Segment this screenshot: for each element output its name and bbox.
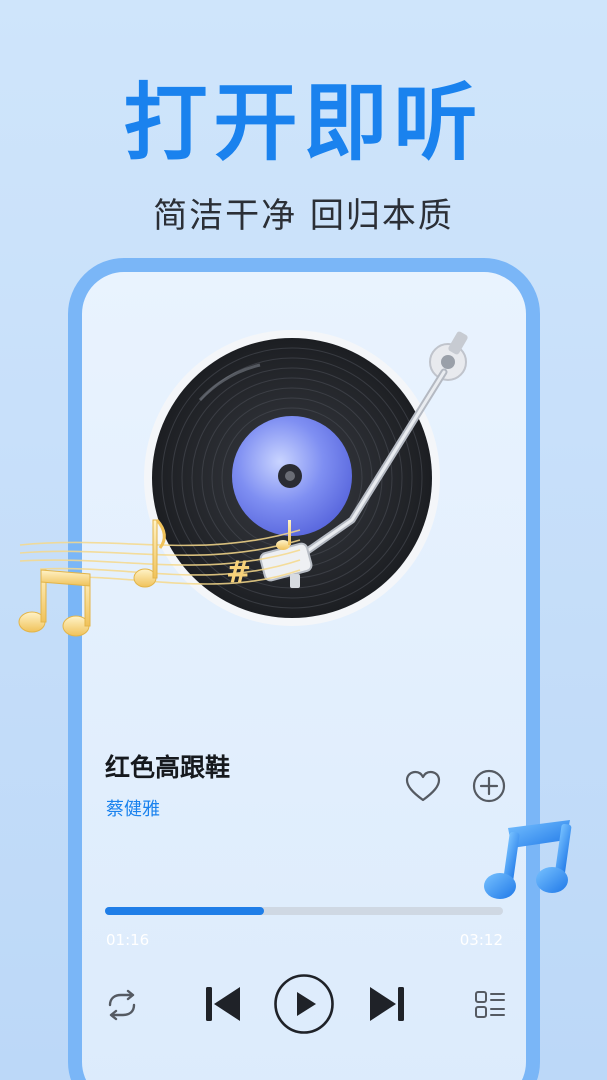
song-title: 红色高跟鞋 — [105, 753, 231, 782]
play-button[interactable] — [273, 973, 335, 1035]
progress-fill — [105, 907, 265, 915]
headline: 打开即听 — [123, 74, 484, 172]
elapsed-time: 01:16 — [106, 931, 150, 949]
progress-bar[interactable] — [105, 907, 503, 915]
play-icon — [297, 992, 316, 1016]
playlist-icon[interactable] — [474, 990, 506, 1020]
skip-next-icon[interactable] — [368, 984, 406, 1024]
subtitle: 简洁干净 回归本质 — [153, 196, 454, 236]
music-note-icon — [484, 820, 572, 899]
skip-previous-icon[interactable] — [204, 984, 242, 1024]
artist-name[interactable]: 蔡健雅 — [106, 795, 160, 825]
repeat-icon[interactable] — [104, 988, 140, 1022]
svg-text:#: # — [226, 555, 251, 590]
plus-circle-icon[interactable] — [471, 768, 507, 804]
heart-icon[interactable] — [404, 768, 442, 806]
record-illustration: # — [18, 330, 468, 637]
total-time: 03:12 — [459, 931, 503, 949]
